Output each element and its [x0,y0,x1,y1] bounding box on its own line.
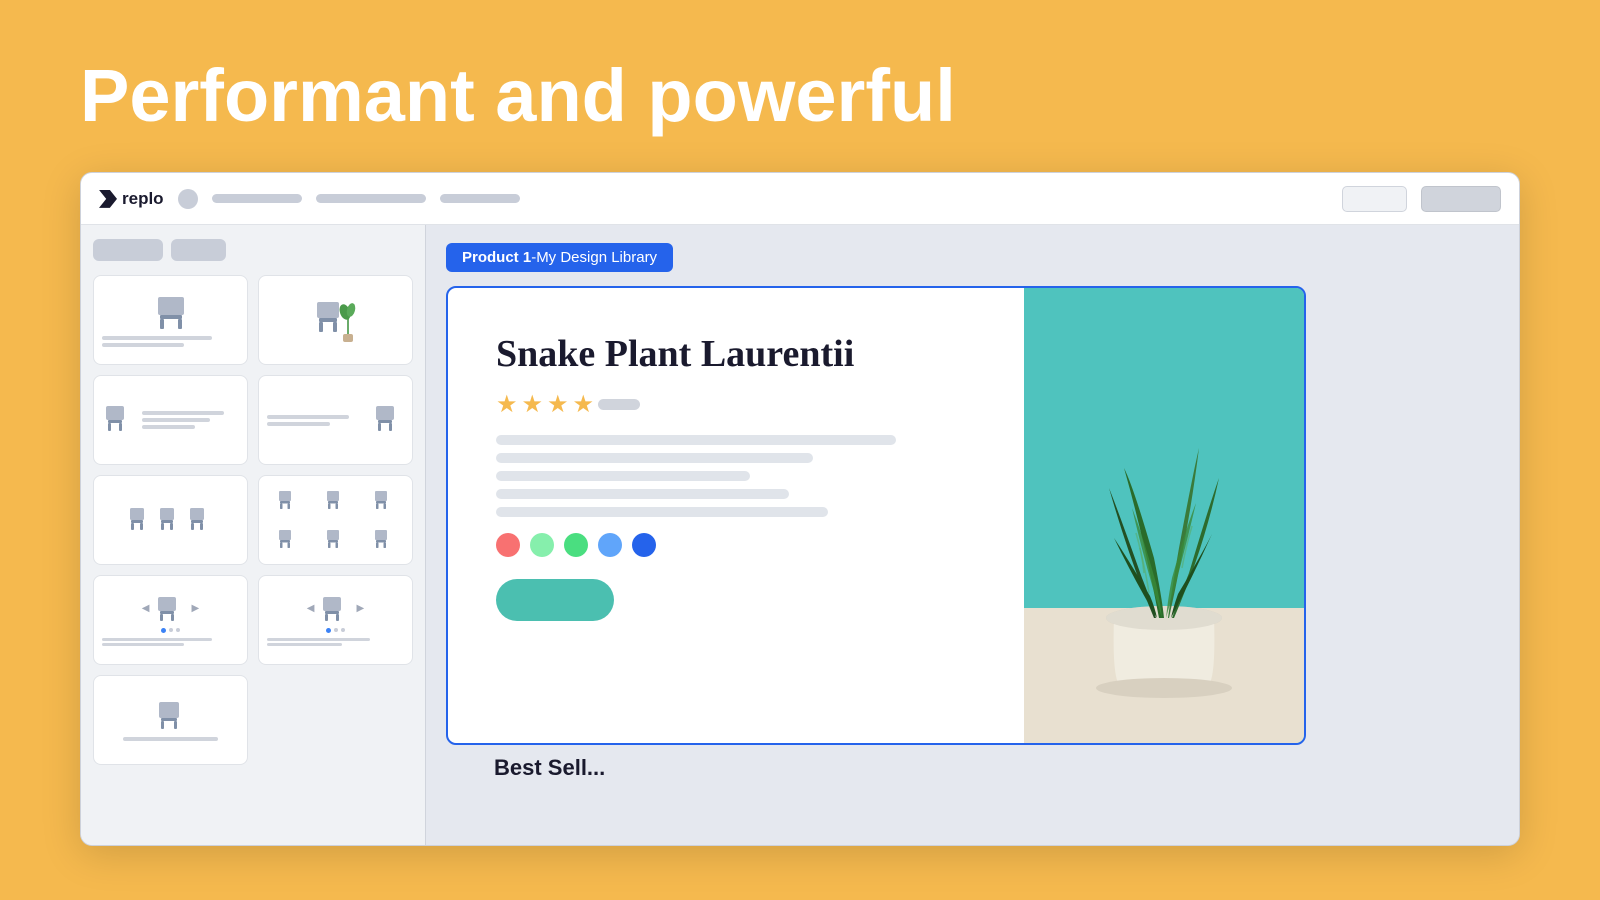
product-image [1024,288,1304,743]
sidebar-card-7[interactable]: ◀ ▶ [93,575,248,665]
add-to-cart-button[interactable] [496,579,614,621]
stars-row: ★ ★ ★ ★ [496,390,984,419]
title-circle [178,189,198,209]
sidebar-card-9[interactable] [93,675,248,765]
chair-icon-6c [374,490,394,512]
product-label-bold: Product 1 [462,249,531,266]
app-body: ◀ ▶ [81,225,1519,845]
chair-icon-9 [153,700,189,732]
sidebar-card-1[interactable] [93,275,248,365]
chair-icon-2 [311,296,361,344]
desc-line-3 [496,471,750,481]
color-dot-1[interactable] [496,533,520,557]
chair-icon-6f [374,529,394,551]
chair-icon-5a [128,506,154,534]
sidebar-tab-2[interactable] [171,239,226,261]
sidebar-tab-1[interactable] [93,239,163,261]
sidebar: ◀ ▶ [81,225,426,845]
title-bar: replo [81,173,1519,225]
color-dot-3[interactable] [564,533,588,557]
hero-title: Performant and powerful [80,55,1520,136]
sidebar-card-8[interactable]: ◀ ▶ [258,575,413,665]
chair-icon-6b [326,490,346,512]
sidebar-grid: ◀ ▶ [93,275,413,765]
chair-icon-1 [150,293,192,331]
page-background: Performant and powerful replo [0,0,1600,900]
title-pill-1 [212,194,302,203]
chair-icon-5c [188,506,214,534]
sidebar-card-3[interactable] [93,375,248,465]
color-dot-5[interactable] [632,533,656,557]
sidebar-card-4[interactable] [258,375,413,465]
app-window: replo [80,172,1520,846]
color-dot-2[interactable] [530,533,554,557]
sidebar-tabs [93,239,413,261]
content-area: Product 1 - My Design Library Snake Plan… [426,225,1519,845]
chair-icon-4 [370,404,404,436]
product-label-light: My Design Library [536,249,657,266]
desc-line-4 [496,489,789,499]
plant-illustration [1024,288,1304,743]
sidebar-card-5[interactable] [93,475,248,565]
chair-icon-7 [154,595,188,623]
color-dots [496,533,984,557]
bottom-peek: Best Sell... [446,755,605,781]
desc-line-5 [496,507,828,517]
chair-icon-6a [278,490,298,512]
chair-icon-8 [319,595,353,623]
title-btn-2[interactable] [1421,186,1501,212]
product-label: Product 1 - My Design Library [446,243,673,272]
title-btn-1[interactable] [1342,186,1407,212]
desc-line-1 [496,435,896,445]
color-dot-4[interactable] [598,533,622,557]
logo-text: replo [122,189,164,209]
bottom-peek-text: Best Sell... [494,755,605,780]
star-4: ★ [573,390,595,419]
star-empty-bar [598,399,640,410]
star-3: ★ [547,390,569,419]
title-pill-3 [440,194,520,203]
replo-icon [99,190,117,208]
chair-icon-6e [326,529,346,551]
desc-line-2 [496,453,813,463]
chair-icon-3 [102,404,136,436]
product-card: Snake Plant Laurentii ★ ★ ★ ★ [446,286,1306,745]
hero-section: Performant and powerful [0,0,1600,172]
product-name: Snake Plant Laurentii [496,332,984,378]
chair-icon-6d [278,529,298,551]
sidebar-card-6[interactable] [258,475,413,565]
star-2: ★ [522,390,544,419]
title-pill-2 [316,194,426,203]
replo-logo: replo [99,189,164,209]
chair-icon-5b [158,506,184,534]
star-1: ★ [496,390,518,419]
sidebar-card-2[interactable] [258,275,413,365]
desc-lines [496,435,984,517]
product-info: Snake Plant Laurentii ★ ★ ★ ★ [448,288,1024,743]
